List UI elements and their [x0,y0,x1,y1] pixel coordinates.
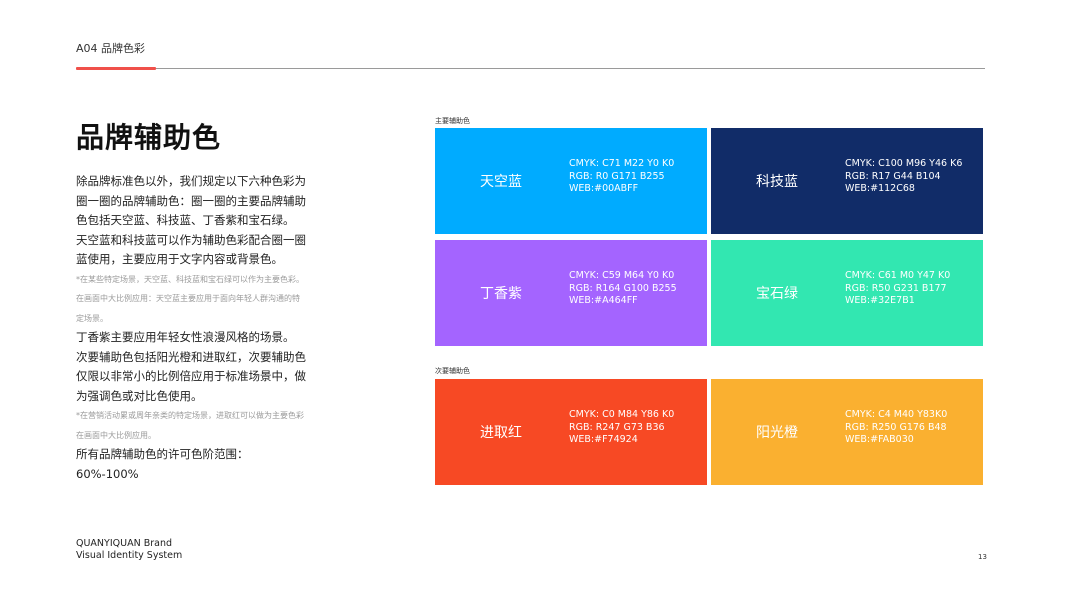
swatch-web: WEB:#112C68 [845,183,915,194]
swatch-web: WEB:#FAB030 [845,434,914,445]
swatch-specs: CMYK: C100 M96 Y46 K6 RGB: R17 G44 B104 … [845,158,962,196]
body-paragraph: 天空蓝和科技蓝可以作为辅助色彩配合圈一圈蓝使用，主要应用于文字内容或背景色。 [76,232,306,267]
swatch-specs: CMYK: C0 M84 Y86 K0 RGB: R247 G73 B36 WE… [569,409,674,447]
footer-brand-line: QUANYIQUAN Brand [76,538,172,549]
page-title: 品牌辅助色 [76,121,222,154]
swatch-specs: CMYK: C59 M64 Y0 K0 RGB: R164 G100 B255 … [569,270,677,308]
swatch-specs: CMYK: C71 M22 Y0 K0 RGB: R0 G171 B255 WE… [569,158,674,196]
body-paragraph: 次要辅助色包括阳光橙和进取红，次要辅助色仅限以非常小的比例倍应用于标准场景中，做… [76,349,306,403]
swatch-rgb: RGB: R250 G176 B48 [845,421,947,433]
swatch-name: 宝石绿 [756,286,798,302]
secondary-section-label: 次要辅助色 [435,367,470,375]
color-swatch: 丁香紫 CMYK: C59 M64 Y0 K0 RGB: R164 G100 B… [435,240,707,346]
swatch-cmyk: CMYK: C61 M0 Y47 K0 [845,270,951,281]
body-paragraph: 丁香紫主要应用年轻女性浪漫风格的场景。 [76,330,295,344]
swatch-web: WEB:#00ABFF [569,183,639,194]
swatch-specs: CMYK: C4 M40 Y83K0 RGB: R250 G176 B48 WE… [845,409,947,447]
swatch-name: 进取红 [480,425,522,441]
header-accent-bar [76,67,156,70]
swatch-cmyk: CMYK: C71 M22 Y0 K0 [569,158,675,169]
swatch-web: WEB:#32E7B1 [845,295,915,306]
header-rule [76,68,985,69]
swatch-web: WEB:#F74924 [569,434,638,445]
body-note: *在某些特定场景，天空蓝、科技蓝和宝石绿可以作为主要色彩。在画面中大比例应用：天… [76,274,304,323]
swatch-name: 科技蓝 [756,174,798,190]
swatch-rgb: RGB: R50 G231 B177 [845,282,947,294]
swatch-rgb: RGB: R0 G171 B255 [569,170,665,182]
swatch-web: WEB:#A464FF [569,295,638,306]
color-swatch: 进取红 CMYK: C0 M84 Y86 K0 RGB: R247 G73 B3… [435,379,707,485]
swatch-cmyk: CMYK: C4 M40 Y83K0 [845,409,948,420]
swatch-rgb: RGB: R247 G73 B36 [569,421,665,433]
swatch-rgb: RGB: R17 G44 B104 [845,170,941,182]
swatch-name: 天空蓝 [480,174,522,190]
color-swatch: 宝石绿 CMYK: C61 M0 Y47 K0 RGB: R50 G231 B1… [711,240,983,346]
body-text: 除品牌标准色以外，我们规定以下六种色彩为圈一圈的品牌辅助色：圈一圈的主要品牌辅助… [76,172,306,484]
swatch-cmyk: CMYK: C100 M96 Y46 K6 [845,158,963,169]
swatch-cmyk: CMYK: C0 M84 Y86 K0 [569,409,675,420]
color-swatch: 天空蓝 CMYK: C71 M22 Y0 K0 RGB: R0 G171 B25… [435,128,707,234]
swatch-name: 丁香紫 [480,286,522,302]
footer-brand-line: Visual Identity System [76,550,183,561]
footer-brand: QUANYIQUAN Brand Visual Identity System [76,538,182,562]
color-swatch: 科技蓝 CMYK: C100 M96 Y46 K6 RGB: R17 G44 B… [711,128,983,234]
swatch-name: 阳光橙 [756,425,798,441]
color-swatch: 阳光橙 CMYK: C4 M40 Y83K0 RGB: R250 G176 B4… [711,379,983,485]
body-paragraph: 所有品牌辅助色的许可色阶范围：60%-100% [76,447,249,481]
swatch-cmyk: CMYK: C59 M64 Y0 K0 [569,270,675,281]
body-note: *在营销活动累或周年亲类的特定场景，进取红可以做为主要色彩在画面中大比例应用。 [76,411,304,440]
header-label: A04 品牌色彩 [76,42,146,55]
swatch-rgb: RGB: R164 G100 B255 [569,282,677,294]
page-number: 13 [978,553,987,561]
swatch-specs: CMYK: C61 M0 Y47 K0 RGB: R50 G231 B177 W… [845,270,950,308]
primary-section-label: 主要辅助色 [435,117,470,125]
body-paragraph: 除品牌标准色以外，我们规定以下六种色彩为圈一圈的品牌辅助色：圈一圈的主要品牌辅助… [76,174,306,227]
